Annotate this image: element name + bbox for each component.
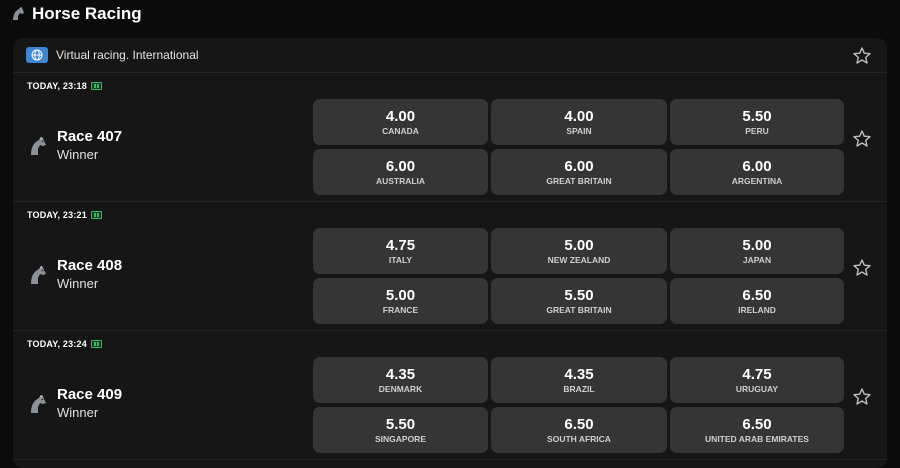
odds-value: 6.50: [742, 286, 772, 304]
odds-selection-label: ARGENTINA: [731, 175, 783, 186]
odds-button[interactable]: 4.75 URUGUAY: [670, 357, 844, 403]
horse-icon: [10, 6, 26, 22]
panel-header: Virtual racing. International: [13, 38, 887, 73]
favorite-star-icon[interactable]: [852, 387, 872, 407]
odds-value: 6.00: [742, 157, 772, 175]
odds-button[interactable]: 4.35 BRAZIL: [491, 357, 667, 403]
favorite-star-icon[interactable]: [852, 129, 872, 149]
odds-button[interactable]: 4.35 DENMARK: [313, 357, 488, 403]
race-market: Winner: [57, 147, 99, 162]
odds-grid: 4.35 DENMARK 4.35 BRAZIL 4.75 URUGUAY 5.50 SING…: [313, 357, 844, 453]
odds-selection-label: UNITED ARAB EMIRATES: [705, 433, 809, 444]
odds-button[interactable]: 5.50 PERU: [670, 99, 844, 145]
odds-value: 6.00: [385, 157, 416, 175]
event-panel: Virtual racing. International TODAY, 23:…: [13, 38, 887, 468]
odds-selection-label: ITALY: [388, 254, 413, 265]
odds-value: 4.75: [742, 365, 772, 383]
odds-selection-label: NEW ZEALAND: [547, 254, 611, 265]
race-time: TODAY, 23:21: [27, 210, 102, 220]
odds-button[interactable]: 6.50 UNITED ARAB EMIRATES: [670, 407, 844, 453]
odds-selection-label: BRAZIL: [563, 383, 595, 394]
odds-value: 6.50: [564, 415, 594, 433]
live-stream-icon[interactable]: [90, 340, 102, 348]
race-name[interactable]: Race 408: [57, 257, 122, 275]
odds-value: 5.00: [385, 286, 416, 304]
race-name[interactable]: Race 407: [57, 128, 122, 146]
race-market: Winner: [57, 276, 99, 291]
odds-selection-label: PERU: [745, 125, 769, 136]
odds-selection-label: AUSTRALIA: [375, 175, 426, 186]
odds-selection-label: CANADA: [382, 125, 419, 136]
odds-button[interactable]: 6.00 GREAT BRITAIN: [491, 149, 667, 195]
race-name[interactable]: Race 409: [57, 386, 122, 404]
odds-selection-label: DENMARK: [378, 383, 423, 394]
odds-button[interactable]: 5.50 SINGAPORE: [313, 407, 488, 453]
odds-value: 5.50: [564, 286, 594, 304]
horse-icon: [27, 264, 49, 286]
live-stream-icon[interactable]: [90, 82, 102, 90]
favorite-star-icon[interactable]: [852, 46, 872, 66]
odds-value: 5.50: [742, 107, 772, 125]
odds-button[interactable]: 4.00 CANADA: [313, 99, 488, 145]
odds-button[interactable]: 4.00 SPAIN: [491, 99, 667, 145]
odds-value: 4.35: [385, 365, 416, 383]
odds-button[interactable]: 5.50 GREAT BRITAIN: [491, 278, 667, 324]
page-header: Horse Racing: [10, 3, 142, 25]
odds-value: 6.00: [564, 157, 594, 175]
race-info[interactable]: Race 409 Winner: [27, 386, 122, 422]
odds-value: 4.00: [385, 107, 416, 125]
horse-icon: [27, 135, 49, 157]
race-market: Winner: [57, 405, 99, 420]
race-time: TODAY, 23:18: [27, 81, 102, 91]
race-time-label: TODAY, 23:24: [27, 339, 87, 349]
race-time: TODAY, 23:24: [27, 339, 102, 349]
globe-icon: [26, 47, 48, 63]
odds-selection-label: SPAIN: [566, 125, 592, 136]
odds-selection-label: GREAT BRITAIN: [546, 175, 612, 186]
odds-button[interactable]: 6.00 AUSTRALIA: [313, 149, 488, 195]
odds-button[interactable]: 5.00 JAPAN: [670, 228, 844, 274]
odds-value: 5.00: [564, 236, 594, 254]
odds-button[interactable]: 4.75 ITALY: [313, 228, 488, 274]
odds-button[interactable]: 5.00 FRANCE: [313, 278, 488, 324]
odds-value: 4.75: [385, 236, 416, 254]
odds-button[interactable]: 6.50 SOUTH AFRICA: [491, 407, 667, 453]
odds-value: 4.00: [564, 107, 594, 125]
odds-value: 4.35: [564, 365, 594, 383]
odds-selection-label: JAPAN: [742, 254, 772, 265]
odds-value: 6.50: [742, 415, 772, 433]
race-row: TODAY, 23:18 Race 407 Winner 4.00 CANADA 4…: [13, 73, 887, 202]
odds-grid: 4.00 CANADA 4.00 SPAIN 5.50 PERU 6.00 AUSTRALIA…: [313, 99, 844, 195]
page-title: Horse Racing: [32, 4, 142, 23]
live-stream-icon[interactable]: [90, 211, 102, 219]
race-info[interactable]: Race 408 Winner: [27, 257, 122, 293]
odds-selection-label: SINGAPORE: [374, 433, 426, 444]
odds-value: 5.00: [742, 236, 772, 254]
race-info[interactable]: Race 407 Winner: [27, 128, 122, 164]
race-time-label: TODAY, 23:18: [27, 81, 87, 91]
favorite-star-icon[interactable]: [852, 258, 872, 278]
odds-selection-label: GREAT BRITAIN: [546, 304, 612, 315]
odds-button[interactable]: 6.00 ARGENTINA: [670, 149, 844, 195]
race-row: TODAY, 23:21 Race 408 Winner 4.75 ITALY 5.…: [13, 202, 887, 331]
race-time-label: TODAY, 23:21: [27, 210, 87, 220]
odds-selection-label: SOUTH AFRICA: [547, 433, 611, 444]
horse-icon: [27, 393, 49, 415]
odds-selection-label: IRELAND: [738, 304, 776, 315]
panel-title: Virtual racing. International: [56, 48, 199, 62]
odds-button[interactable]: 5.00 NEW ZEALAND: [491, 228, 667, 274]
odds-selection-label: URUGUAY: [735, 383, 779, 394]
odds-selection-label: FRANCE: [382, 304, 419, 315]
odds-grid: 4.75 ITALY 5.00 NEW ZEALAND 5.00 JAPAN 5.00 FRA…: [313, 228, 844, 324]
race-row: TODAY, 23:24 Race 409 Winner 4.35 DENMARK…: [13, 331, 887, 460]
odds-button[interactable]: 6.50 IRELAND: [670, 278, 844, 324]
odds-value: 5.50: [385, 415, 416, 433]
